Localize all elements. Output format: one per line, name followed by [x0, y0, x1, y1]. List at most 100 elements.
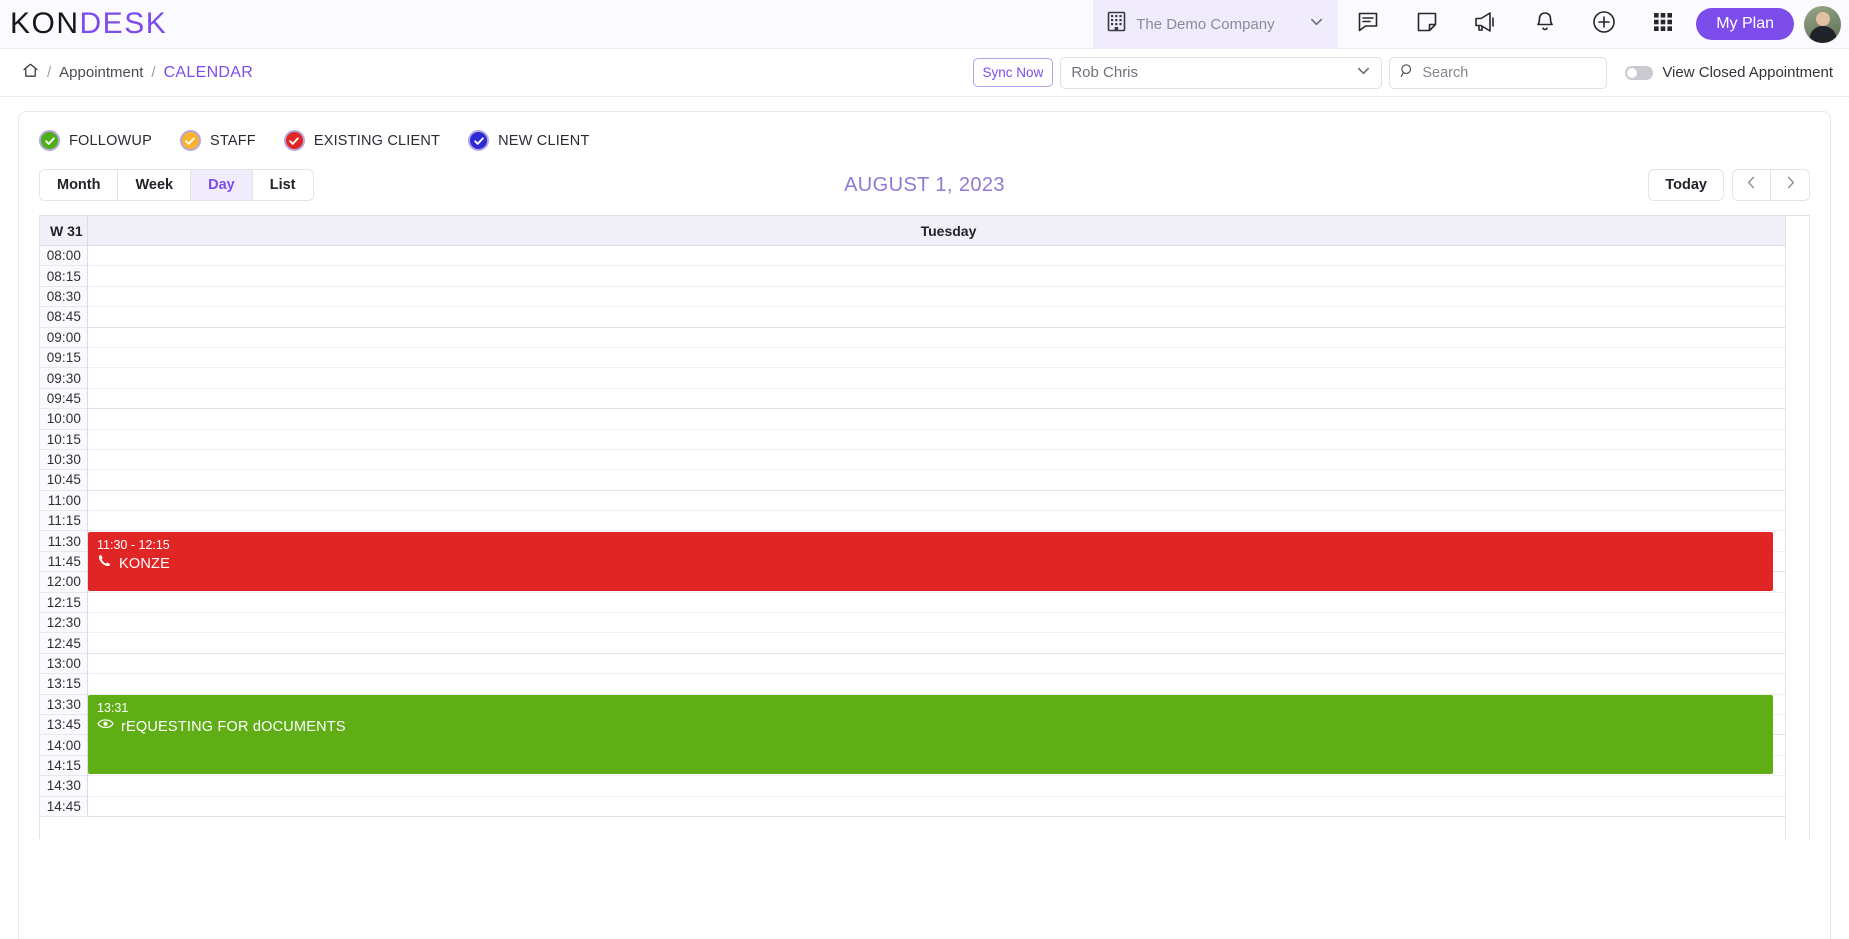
- chevron-right-icon: [1783, 175, 1798, 195]
- calendar-event[interactable]: 11:30 - 12:15 KONZE: [88, 531, 1773, 591]
- today-button[interactable]: Today: [1648, 169, 1724, 201]
- home-icon[interactable]: [22, 62, 39, 83]
- bell-icon: [1533, 10, 1557, 39]
- time-slot-row[interactable]: 10:30: [40, 449, 1809, 471]
- time-slot-row[interactable]: 09:30: [40, 368, 1809, 389]
- calendar-grid: W 31 Tuesday 08:00 08:15 08:30 08:45 09:00 09…: [39, 215, 1810, 839]
- search-input[interactable]: [1422, 64, 1597, 81]
- time-slot-cell[interactable]: [88, 286, 1809, 308]
- calendar-card: FOLLOWUP STAFF EXISTING CLIENT NEW CLIEN…: [18, 111, 1831, 939]
- time-slot-cell[interactable]: [88, 776, 1809, 797]
- chat-icon-button[interactable]: [1338, 0, 1397, 49]
- time-slot-cell[interactable]: [88, 246, 1809, 267]
- time-slot-cell[interactable]: [88, 490, 1809, 512]
- prev-next-group: [1732, 169, 1810, 201]
- time-slot-row[interactable]: 12:15: [40, 592, 1809, 614]
- time-slot-cell[interactable]: [88, 796, 1809, 817]
- time-slot-label: 13:15: [40, 674, 88, 695]
- sync-now-button[interactable]: Sync Now: [972, 58, 1054, 87]
- view-mode-group: Month Week Day List: [39, 169, 314, 201]
- time-slot-row[interactable]: 08:15: [40, 266, 1809, 287]
- legend-item-new-client[interactable]: NEW CLIENT: [468, 130, 589, 151]
- time-slot-row[interactable]: 13:00: [40, 653, 1809, 675]
- time-slot-cell[interactable]: [88, 613, 1809, 634]
- apps-grid-icon-button[interactable]: [1633, 0, 1692, 49]
- previous-day-button[interactable]: [1733, 170, 1771, 200]
- legend-item-staff[interactable]: STAFF: [179, 130, 256, 151]
- calendar-event-title: KONZE: [119, 555, 170, 572]
- time-slot-row[interactable]: 09:45: [40, 388, 1809, 410]
- time-slot-row[interactable]: 12:45: [40, 633, 1809, 654]
- time-slot-cell[interactable]: [88, 347, 1809, 369]
- time-slot-row[interactable]: 14:30: [40, 776, 1809, 797]
- legend-label: EXISTING CLIENT: [313, 132, 441, 149]
- time-slot-row[interactable]: 08:30: [40, 286, 1809, 308]
- time-slot-cell[interactable]: [88, 470, 1809, 491]
- handshake-icon: [97, 716, 114, 738]
- chat-icon: [1356, 10, 1380, 39]
- calendar-right-gutter: [1785, 216, 1809, 839]
- avatar[interactable]: [1804, 5, 1841, 43]
- check-circle-icon: [283, 130, 305, 151]
- plus-circle-icon-button[interactable]: [1574, 0, 1633, 49]
- note-icon-button[interactable]: [1397, 0, 1456, 49]
- company-selector[interactable]: The Demo Company: [1093, 0, 1339, 49]
- time-slot-cell[interactable]: [88, 307, 1809, 328]
- time-slot-row[interactable]: 12:30: [40, 613, 1809, 634]
- megaphone-icon-button[interactable]: [1456, 0, 1515, 49]
- chevron-down-icon: [1309, 14, 1324, 34]
- time-slot-cell[interactable]: [88, 449, 1809, 471]
- view-closed-appointment-toggle[interactable]: View Closed Appointment: [1625, 64, 1833, 81]
- time-slot-row[interactable]: 13:15: [40, 674, 1809, 695]
- app-logo[interactable]: KON DESK: [10, 9, 167, 39]
- time-slot-cell[interactable]: [88, 674, 1809, 695]
- view-mode-day[interactable]: Day: [191, 170, 253, 200]
- time-slot-label: 09:30: [40, 368, 88, 389]
- breadcrumb-parent[interactable]: Appointment: [59, 64, 143, 81]
- logo-text-kon: KON: [10, 7, 80, 40]
- time-slot-row[interactable]: 08:00: [40, 246, 1809, 267]
- calendar-event[interactable]: 13:31 rEQUESTING FOR dOCUMENTS: [88, 694, 1773, 775]
- time-slot-row[interactable]: 11:15: [40, 511, 1809, 532]
- legend-item-followup[interactable]: FOLLOWUP: [39, 130, 152, 151]
- time-slot-label: 09:15: [40, 347, 88, 369]
- time-slot-cell[interactable]: [88, 327, 1809, 348]
- view-mode-list[interactable]: List: [252, 170, 313, 200]
- time-slot-row[interactable]: 14:45: [40, 796, 1809, 817]
- next-day-button[interactable]: [1771, 170, 1809, 200]
- time-slot-row[interactable]: 09:15: [40, 347, 1809, 369]
- note-icon: [1415, 10, 1439, 39]
- time-slot-cell[interactable]: [88, 633, 1809, 654]
- time-slot-row[interactable]: 10:00: [40, 409, 1809, 430]
- time-slot-row[interactable]: 08:45: [40, 307, 1809, 328]
- time-slot-cell[interactable]: [88, 409, 1809, 430]
- time-slot-cell[interactable]: [88, 592, 1809, 614]
- staff-select[interactable]: Rob Chris: [1060, 56, 1383, 89]
- time-slot-label: 14:30: [40, 776, 88, 797]
- time-slot-cell[interactable]: [88, 429, 1809, 450]
- time-slot-cell[interactable]: [88, 266, 1809, 287]
- day-column-header: Tuesday: [920, 222, 977, 239]
- bell-icon-button[interactable]: [1515, 0, 1574, 49]
- legend-item-existing-client[interactable]: EXISTING CLIENT: [283, 130, 441, 151]
- view-mode-month[interactable]: Month: [40, 170, 119, 200]
- breadcrumb-bar: / Appointment / CALENDAR Sync Now Rob Ch…: [0, 49, 1849, 97]
- toggle-switch[interactable]: [1625, 65, 1654, 80]
- chevron-down-icon: [1356, 63, 1371, 82]
- time-slot-cell[interactable]: [88, 368, 1809, 389]
- search-box[interactable]: [1389, 56, 1608, 89]
- time-slot-row[interactable]: 10:45: [40, 470, 1809, 491]
- time-slot-cell[interactable]: [88, 653, 1809, 675]
- breadcrumb: / Appointment / CALENDAR: [22, 62, 253, 83]
- time-slot-cell[interactable]: [88, 511, 1809, 532]
- legend-label: FOLLOWUP: [69, 132, 152, 149]
- my-plan-button[interactable]: My Plan: [1696, 8, 1794, 40]
- view-mode-week[interactable]: Week: [118, 170, 192, 200]
- time-slot-row[interactable]: 10:15: [40, 429, 1809, 450]
- time-slot-label: 14:15: [40, 755, 88, 777]
- time-slot-label: 12:00: [40, 572, 88, 593]
- time-slot-row[interactable]: 09:00: [40, 327, 1809, 348]
- time-slot-cell[interactable]: [88, 388, 1809, 410]
- calendar-toolbar: Month Week Day List AUGUST 1, 2023 Today: [19, 165, 1830, 215]
- time-slot-row[interactable]: 11:00: [40, 490, 1809, 512]
